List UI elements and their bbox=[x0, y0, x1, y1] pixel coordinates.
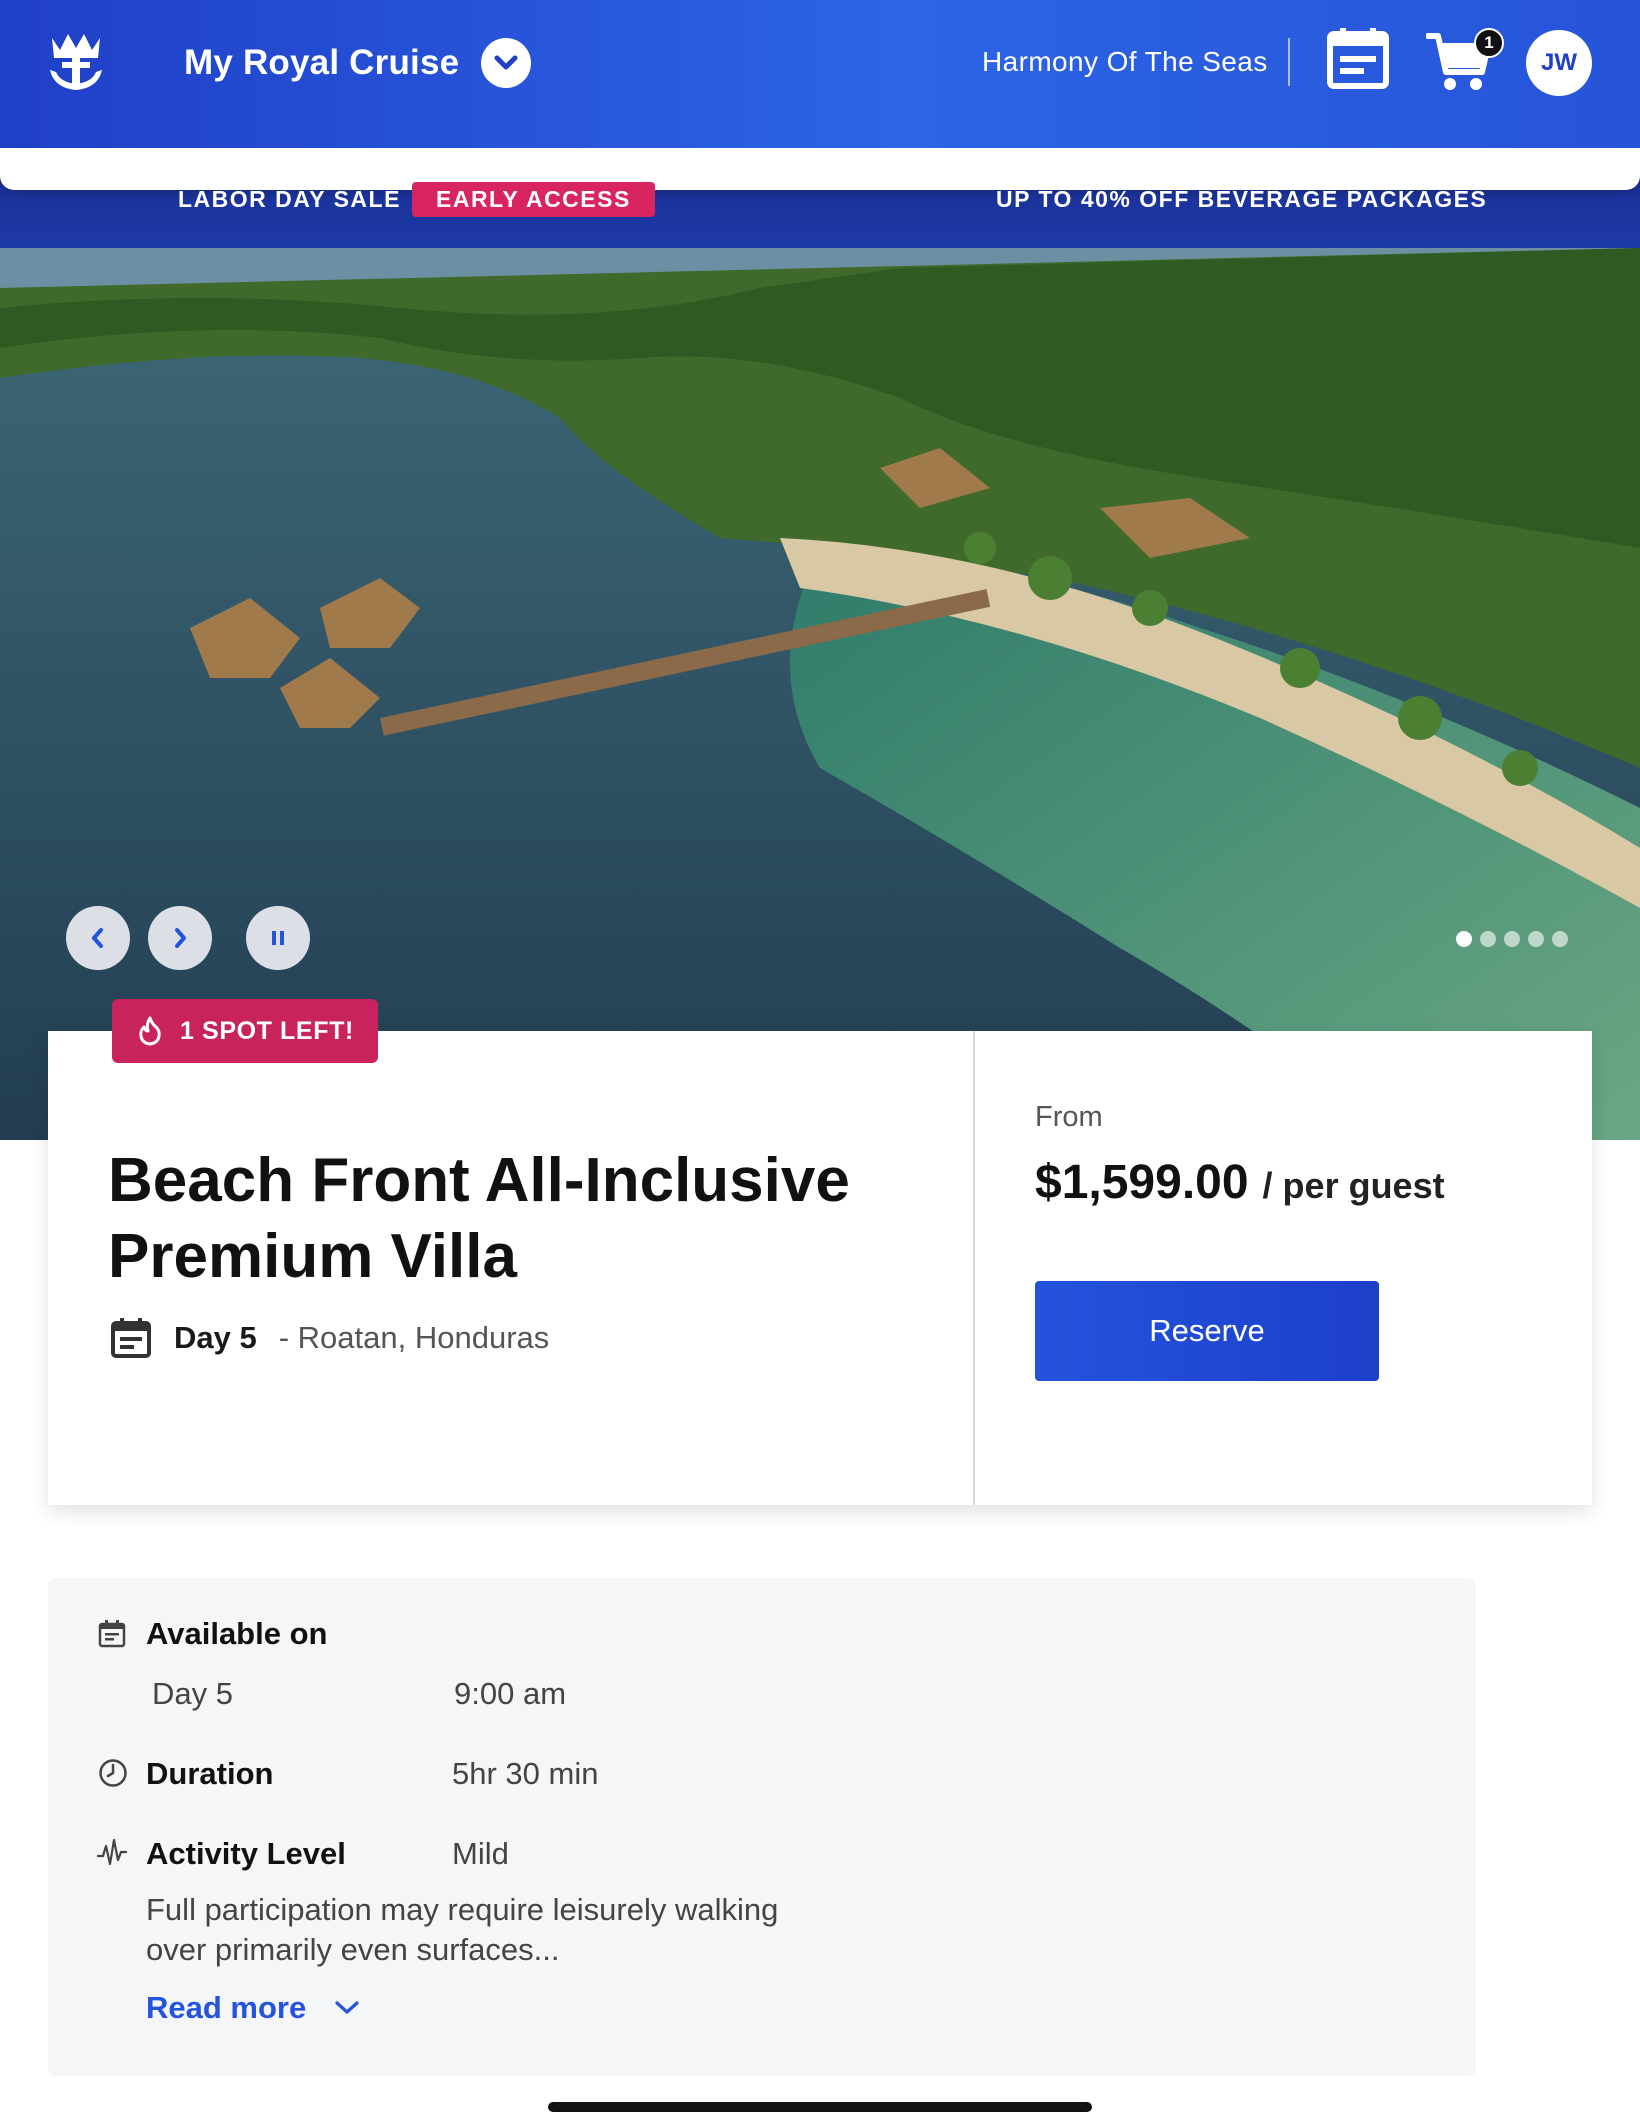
carousel-next-button[interactable] bbox=[148, 906, 212, 970]
user-avatar[interactable]: JW bbox=[1526, 30, 1592, 96]
excursion-info: Beach Front All-Inclusive Premium Villa … bbox=[48, 1031, 975, 1505]
calendar-icon[interactable] bbox=[1326, 26, 1390, 90]
spots-left-text: 1 SPOT LEFT! bbox=[180, 1016, 354, 1045]
top-nav-bar: My Royal Cruise Harmony Of The Seas 1 JW bbox=[0, 0, 1640, 148]
excursion-details-panel: Available on Day 5 9:00 am Duration 5hr … bbox=[48, 1578, 1476, 2076]
promo-banner[interactable]: LABOR DAY SALE EARLY ACCESS UP TO 40% OF… bbox=[0, 148, 1640, 248]
home-indicator bbox=[548, 2102, 1092, 2112]
price-from-label: From bbox=[1035, 1101, 1103, 1133]
pause-icon bbox=[272, 931, 284, 945]
activity-level-label: Activity Level bbox=[146, 1836, 346, 1871]
duration-label: Duration bbox=[146, 1756, 274, 1791]
excursion-title: Beach Front All-Inclusive Premium Villa bbox=[108, 1146, 850, 1291]
available-day: Day 5 bbox=[152, 1676, 233, 1711]
calendar-icon bbox=[111, 1318, 151, 1358]
chevron-down-icon bbox=[335, 2001, 359, 2014]
price-amount: $1,599.00 bbox=[1035, 1156, 1249, 1209]
spots-left-badge: 1 SPOT LEFT! bbox=[112, 999, 378, 1063]
carousel-dot[interactable] bbox=[1504, 931, 1520, 947]
excursion-location: - Roatan, Honduras bbox=[278, 1320, 550, 1355]
clock-icon bbox=[99, 1759, 127, 1787]
carousel-dot[interactable] bbox=[1480, 931, 1496, 947]
chevron-left-icon bbox=[92, 928, 103, 948]
activity-level-value: Mild bbox=[452, 1836, 509, 1871]
cruise-selector[interactable]: My Royal Cruise bbox=[184, 38, 532, 88]
activity-description: Full participation may require leisurely… bbox=[146, 1892, 779, 1967]
promo-sale-label: LABOR DAY SALE bbox=[178, 186, 401, 212]
price-row: $1,599.00 / per guest bbox=[1035, 1155, 1445, 1210]
excursion-date-location: Day 5 - Roatan, Honduras bbox=[110, 1317, 549, 1359]
promo-early-access-badge: EARLY ACCESS bbox=[412, 182, 655, 217]
brand-title: My Royal Cruise bbox=[184, 43, 460, 82]
excursion-summary-card: Beach Front All-Inclusive Premium Villa … bbox=[48, 1031, 1592, 1505]
carousel-indicators bbox=[1456, 931, 1568, 947]
read-more-label: Read more bbox=[146, 1990, 307, 2025]
carousel-dot[interactable] bbox=[1528, 931, 1544, 947]
royal-caribbean-logo-icon[interactable] bbox=[44, 28, 108, 94]
calendar-icon bbox=[98, 1620, 126, 1648]
excursion-day: Day 5 bbox=[174, 1320, 257, 1355]
chevron-down-icon[interactable] bbox=[481, 38, 532, 88]
reserve-button[interactable]: Reserve bbox=[1035, 1281, 1379, 1381]
carousel-dot[interactable] bbox=[1552, 931, 1568, 947]
price-per-guest: / per guest bbox=[1262, 1165, 1445, 1206]
available-time: 9:00 am bbox=[454, 1676, 567, 1711]
cart-count-badge: 1 bbox=[1474, 28, 1504, 58]
promo-offer-label: UP TO 40% OFF BEVERAGE PACKAGES bbox=[996, 186, 1488, 212]
header-divider bbox=[1288, 38, 1290, 86]
chevron-right-icon bbox=[175, 928, 186, 948]
carousel-dot[interactable] bbox=[1456, 931, 1472, 947]
carousel-pause-button[interactable] bbox=[246, 906, 310, 970]
read-more-link[interactable]: Read more bbox=[146, 1990, 360, 2026]
promo-overlay-sheet bbox=[0, 148, 1640, 190]
duration-value: 5hr 30 min bbox=[452, 1756, 599, 1791]
activity-pulse-icon bbox=[96, 1838, 128, 1866]
available-on-label: Available on bbox=[146, 1616, 328, 1651]
pricing-panel: From $1,599.00 / per guest Reserve bbox=[975, 1031, 1592, 1505]
flame-icon bbox=[139, 1016, 161, 1046]
carousel-prev-button[interactable] bbox=[66, 906, 130, 970]
ship-name[interactable]: Harmony Of The Seas bbox=[982, 46, 1268, 78]
